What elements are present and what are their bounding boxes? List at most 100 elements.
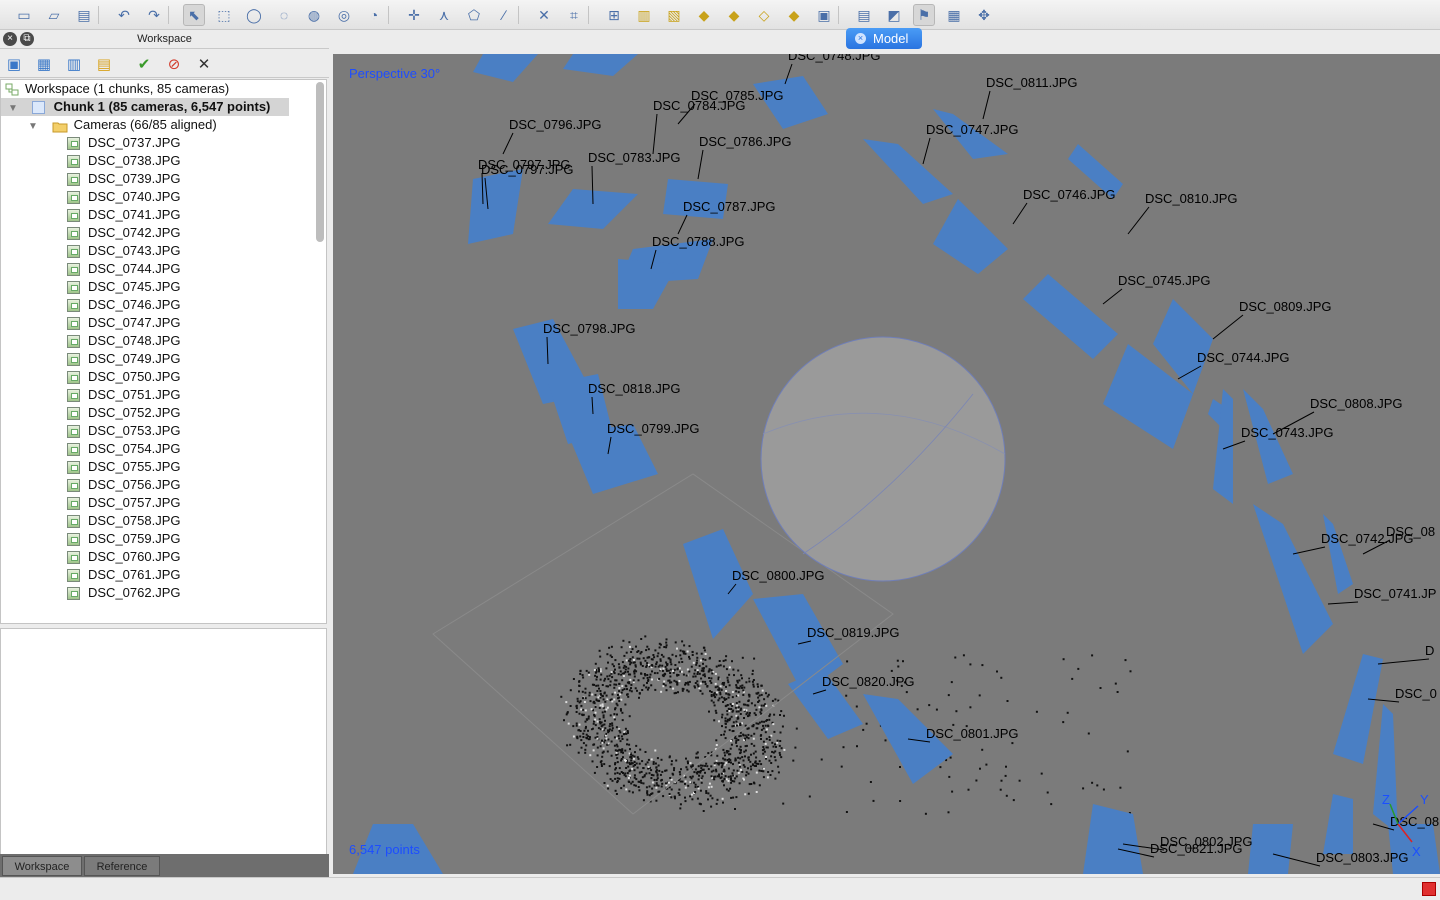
camera-list-item[interactable]: DSC_0747.JPG — [67, 314, 181, 332]
camera-label[interactable]: DSC_0787.JPG — [683, 199, 776, 214]
camera-plane[interactable] — [468, 169, 523, 244]
rectangle-selection-icon[interactable]: ⬚ — [213, 4, 235, 26]
camera-label[interactable]: DSC_0745.JPG — [1118, 273, 1211, 288]
model-scene[interactable]: DSC_0748.JPGDSC_0785.JPGDSC_0784.JPGDSC_… — [333, 54, 1440, 874]
camera-list-item[interactable]: DSC_0749.JPG — [67, 350, 181, 368]
enable-icon[interactable]: ✔ — [134, 54, 154, 74]
undo-icon[interactable]: ↶ — [113, 4, 135, 26]
camera-list-item[interactable]: DSC_0751.JPG — [67, 386, 181, 404]
camera-list-item[interactable]: DSC_0750.JPG — [67, 368, 181, 386]
show-ortho-icon[interactable]: ◆ — [783, 4, 805, 26]
camera-plane[interactable] — [1248, 824, 1293, 874]
camera-label[interactable]: DSC_0744.JPG — [1197, 350, 1290, 365]
camera-label[interactable]: DSC_0743.JPG — [1241, 425, 1334, 440]
camera-list-item[interactable]: DSC_0745.JPG — [67, 278, 181, 296]
camera-label[interactable]: DSC_0788.JPG — [652, 234, 745, 249]
camera-list-item[interactable]: DSC_0742.JPG — [67, 224, 181, 242]
camera-label[interactable]: DSC_0809.JPG — [1239, 299, 1332, 314]
camera-list-item[interactable]: DSC_0758.JPG — [67, 512, 181, 530]
camera-label[interactable]: DSC_0798.JPG — [543, 321, 636, 336]
camera-plane[interactable] — [933, 199, 1008, 274]
draw-line-icon[interactable]: ∕ — [493, 4, 515, 26]
camera-list-item[interactable]: DSC_0753.JPG — [67, 422, 181, 440]
show-markers-icon[interactable]: ▣ — [813, 4, 835, 26]
camera-label[interactable]: DSC_0819.JPG — [807, 625, 900, 640]
close-icon[interactable]: × — [855, 33, 866, 44]
save-icon[interactable]: ▤ — [73, 4, 95, 26]
camera-label[interactable]: DSC_0748.JPG — [788, 54, 881, 63]
model-viewport[interactable]: DSC_0748.JPG DSC_0785.JPG DSC_0784.JPG DSC_… — [333, 54, 1440, 874]
reset-view-icon[interactable]: ✥ — [973, 4, 995, 26]
camera-list-item[interactable]: DSC_0759.JPG — [67, 530, 181, 548]
remove-icon[interactable]: ✕ — [194, 54, 214, 74]
camera-list-item[interactable]: DSC_0761.JPG — [67, 566, 181, 584]
show-dem-icon[interactable]: ◇ — [753, 4, 775, 26]
tree-root[interactable]: Workspace (1 chunks, 85 cameras) — [5, 80, 315, 98]
camera-list-item[interactable]: DSC_0760.JPG — [67, 548, 181, 566]
camera-label[interactable]: D — [1425, 643, 1434, 658]
camera-list-item[interactable]: DSC_0740.JPG — [67, 188, 181, 206]
camera-label[interactable]: DSC_0820.JPG — [822, 674, 915, 689]
tree-cameras-folder[interactable]: ▼ Cameras (66/85 aligned) — [1, 116, 311, 134]
camera-label[interactable]: DSC_0783.JPG — [588, 150, 681, 165]
camera-label[interactable]: DSC_0784.JPG — [653, 98, 746, 113]
open-folder-icon[interactable]: ▱ — [43, 4, 65, 26]
show-shapes-icon[interactable]: ⚑ — [913, 4, 935, 26]
camera-plane[interactable] — [683, 529, 753, 639]
camera-label[interactable]: DSC_0746.JPG — [1023, 187, 1116, 202]
resize-region-icon[interactable]: ◍ — [303, 4, 325, 26]
show-model-icon[interactable]: ▧ — [663, 4, 685, 26]
camera-plane[interactable] — [618, 259, 678, 309]
camera-list-item[interactable]: DSC_0757.JPG — [67, 494, 181, 512]
select-arrow-icon[interactable]: ⬉ — [183, 4, 205, 26]
camera-label[interactable]: DSC_0799.JPG — [607, 421, 700, 436]
crop-icon[interactable]: ⌗ — [563, 4, 585, 26]
add-marker-icon[interactable]: ▤ — [94, 54, 114, 74]
camera-label[interactable]: DSC_0797.JPG — [481, 162, 574, 177]
camera-list-item[interactable]: DSC_0743.JPG — [67, 242, 181, 260]
camera-list-item[interactable]: DSC_0748.JPG — [67, 332, 181, 350]
camera-label[interactable]: DSC_0796.JPG — [509, 117, 602, 132]
tab-workspace[interactable]: Workspace — [2, 856, 82, 876]
tab-reference[interactable]: Reference — [84, 856, 160, 876]
camera-label[interactable]: DSC_0 — [1395, 686, 1437, 701]
camera-label[interactable]: DSC_0800.JPG — [732, 568, 825, 583]
show-region-icon[interactable]: ▦ — [943, 4, 965, 26]
camera-list-item[interactable]: DSC_0755.JPG — [67, 458, 181, 476]
tree-chunk[interactable]: ▼ Chunk 1 (85 cameras, 6,547 points) — [1, 98, 289, 116]
show-images-icon[interactable]: ▤ — [853, 4, 875, 26]
camera-label[interactable]: DSC_0803.JPG — [1316, 850, 1409, 865]
camera-label[interactable]: DSC_0786.JPG — [699, 134, 792, 149]
camera-list-item[interactable]: DSC_0754.JPG — [67, 440, 181, 458]
add-chunk-icon[interactable]: ▣ — [4, 54, 24, 74]
delete-selection-icon[interactable]: ✕ — [533, 4, 555, 26]
camera-plane[interactable] — [1323, 514, 1353, 594]
free-form-selection-icon[interactable]: ◌ — [273, 4, 295, 26]
status-warning-icon[interactable] — [1422, 882, 1436, 896]
navigation-icon[interactable]: ✛ — [403, 4, 425, 26]
tree-scrollbar[interactable] — [316, 82, 324, 242]
rotate-region-icon[interactable]: ◎ — [333, 4, 355, 26]
camera-label[interactable]: DSC_0801.JPG — [926, 726, 1019, 741]
show-dense-icon[interactable]: ▥ — [633, 4, 655, 26]
camera-list-item[interactable]: DSC_0746.JPG — [67, 296, 181, 314]
rotate-object-icon[interactable]: ◔ — [363, 4, 385, 26]
camera-list-item[interactable]: DSC_0741.JPG — [67, 206, 181, 224]
camera-plane[interactable] — [1253, 504, 1333, 654]
show-aligned-icon[interactable]: ◩ — [883, 4, 905, 26]
tab-model[interactable]: × Model — [846, 28, 922, 49]
camera-label[interactable]: DSC_0747.JPG — [926, 122, 1019, 137]
workspace-tree[interactable]: Workspace (1 chunks, 85 cameras) ▼ Chunk… — [0, 79, 327, 624]
camera-list-item[interactable]: DSC_0738.JPG — [67, 152, 181, 170]
chevron-down-icon[interactable]: ▼ — [28, 118, 38, 136]
camera-label[interactable]: DSC_08 — [1386, 524, 1435, 539]
camera-plane[interactable] — [1083, 804, 1143, 874]
draw-polygon-icon[interactable]: ⬠ — [463, 4, 485, 26]
show-texture-icon[interactable]: ◆ — [723, 4, 745, 26]
new-document-icon[interactable]: ▭ — [13, 4, 35, 26]
camera-label[interactable]: DSC_0808.JPG — [1310, 396, 1403, 411]
camera-plane[interactable] — [563, 54, 638, 76]
camera-plane[interactable] — [1023, 274, 1118, 359]
camera-label[interactable]: DSC_0811.JPG — [986, 75, 1078, 90]
show-tiled-icon[interactable]: ◆ — [693, 4, 715, 26]
